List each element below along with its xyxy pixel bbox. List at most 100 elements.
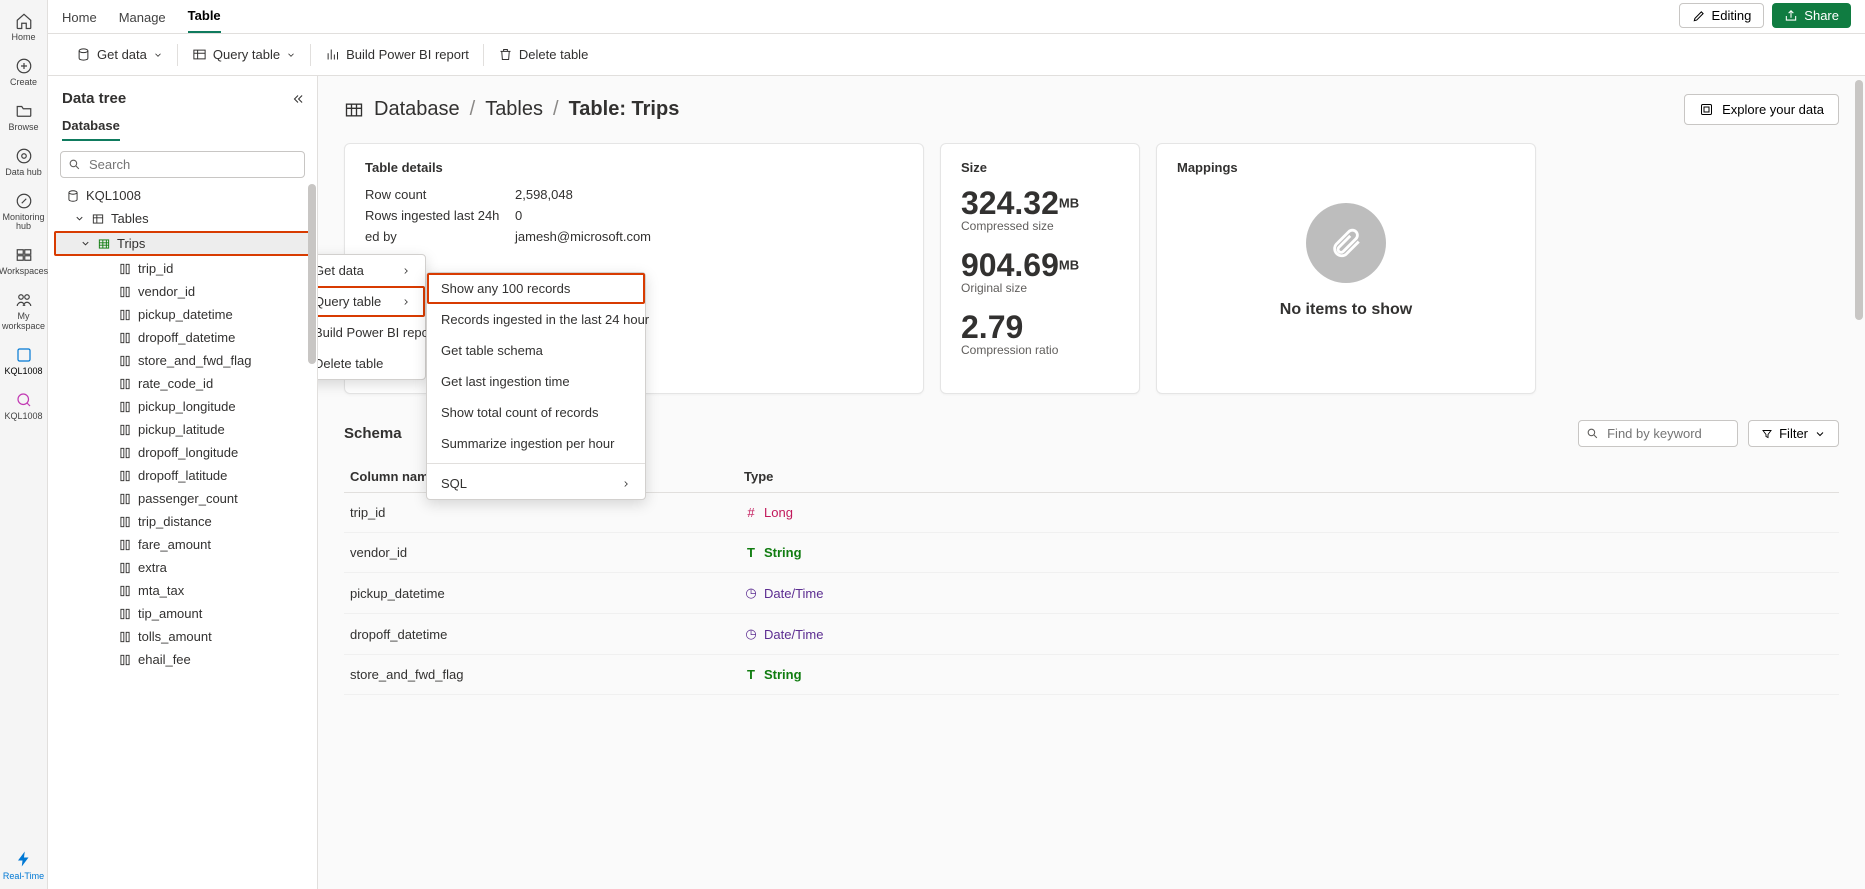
rail-kql1[interactable]: KQL1008 — [1, 340, 47, 385]
tree-column-label: tolls_amount — [138, 629, 212, 644]
rail-datahub[interactable]: Data hub — [1, 141, 47, 186]
tree-column-tip_amount[interactable]: tip_amount — [48, 602, 317, 625]
ribbon-get-data[interactable]: Get data — [62, 41, 177, 69]
column-icon — [118, 400, 132, 414]
tree-column-vendor_id[interactable]: vendor_id — [48, 280, 317, 303]
explore-label: Explore your data — [1722, 102, 1824, 117]
ribbon-query-table[interactable]: Query table — [178, 41, 310, 69]
explore-data-button[interactable]: Explore your data — [1684, 94, 1839, 125]
schema-tools: Filter — [1578, 420, 1839, 447]
tree-search-input[interactable] — [60, 151, 305, 178]
tree-scrollbar-thumb[interactable] — [308, 184, 316, 364]
ctx-records-24[interactable]: Records ingested in the last 24 hour — [427, 304, 645, 335]
explore-icon — [1699, 102, 1714, 117]
tree-column-dropoff_longitude[interactable]: dropoff_longitude — [48, 441, 317, 464]
tree-column-pickup_latitude[interactable]: pickup_latitude — [48, 418, 317, 441]
schema-row-store_and_fwd_flag[interactable]: store_and_fwd_flagTString — [344, 655, 1839, 695]
tree-tables-row[interactable]: Tables — [48, 207, 317, 230]
tree-column-trip_distance[interactable]: trip_distance — [48, 510, 317, 533]
tree-db-row[interactable]: KQL1008 — [48, 184, 317, 207]
ctx-query-table[interactable]: Query table — [318, 286, 425, 317]
ctx-records-24-label: Records ingested in the last 24 hour — [441, 312, 649, 327]
tree-list: KQL1008 Tables Trips trip_idvendor_idpic… — [48, 184, 317, 889]
schema-filter-button[interactable]: Filter — [1748, 420, 1839, 447]
rail-workspaces[interactable]: Workspaces — [1, 240, 47, 285]
ribbon-build-report[interactable]: Build Power BI report — [311, 41, 483, 69]
schema-col-name: store_and_fwd_flag — [344, 667, 744, 682]
tree-subtab-label[interactable]: Database — [62, 118, 120, 141]
table-icon — [344, 100, 364, 120]
ctx-last-ing-label: Get last ingestion time — [441, 374, 570, 389]
search-icon — [1586, 427, 1599, 440]
tree-column-dropoff_latitude[interactable]: dropoff_latitude — [48, 464, 317, 487]
breadcrumb-database[interactable]: Database — [374, 98, 460, 121]
ctx-get-schema[interactable]: Get table schema — [427, 335, 645, 366]
tab-table[interactable]: Table — [188, 8, 221, 33]
tree-scrollbar[interactable] — [307, 184, 317, 889]
tree-subtab: Database — [48, 113, 317, 141]
home-icon — [15, 12, 33, 30]
column-icon — [118, 446, 132, 460]
tree-column-label: mta_tax — [138, 583, 184, 598]
tree-column-dropoff_datetime[interactable]: dropoff_datetime — [48, 326, 317, 349]
schema-row-dropoff_datetime[interactable]: dropoff_datetime◷Date/Time — [344, 614, 1839, 655]
ctx-show-100[interactable]: Show any 100 records — [427, 273, 645, 304]
tab-manage[interactable]: Manage — [119, 10, 166, 33]
rail-monitoring[interactable]: Monitoring hub — [1, 186, 47, 241]
tree-column-pickup_datetime[interactable]: pickup_datetime — [48, 303, 317, 326]
tree-column-label: dropoff_longitude — [138, 445, 238, 460]
rail-kql2[interactable]: KQL1008 — [1, 385, 47, 430]
querytable-icon — [192, 47, 207, 62]
content-scrollbar-thumb[interactable] — [1855, 80, 1863, 320]
tree-column-store_and_fwd_flag[interactable]: store_and_fwd_flag — [48, 349, 317, 372]
tree-column-tolls_amount[interactable]: tolls_amount — [48, 625, 317, 648]
ctx-sql-label: SQL — [441, 476, 467, 491]
rail-home-label: Home — [11, 33, 35, 43]
breadcrumb-current: Table: Trips — [569, 98, 680, 121]
share-button[interactable]: Share — [1772, 3, 1851, 28]
paperclip-icon — [1329, 226, 1363, 260]
schema-find-input[interactable] — [1578, 420, 1738, 447]
column-icon — [118, 354, 132, 368]
type-label: Date/Time — [764, 586, 823, 601]
rail-realtime[interactable]: Real-Time — [1, 850, 47, 889]
rail-home[interactable]: Home — [1, 6, 47, 51]
tree-column-ehail_fee[interactable]: ehail_fee — [48, 648, 317, 671]
tree-column-pickup_longitude[interactable]: pickup_longitude — [48, 395, 317, 418]
rail-browse[interactable]: Browse — [1, 96, 47, 141]
editing-button[interactable]: Editing — [1679, 3, 1765, 28]
ctx-last-ingestion[interactable]: Get last ingestion time — [427, 366, 645, 397]
ctx-summarize[interactable]: Summarize ingestion per hour — [427, 428, 645, 459]
ctx-total-count[interactable]: Show total count of records — [427, 397, 645, 428]
rail-create[interactable]: Create — [1, 51, 47, 96]
schema-row-pickup_datetime[interactable]: pickup_datetime◷Date/Time — [344, 573, 1839, 614]
tree-column-rate_code_id[interactable]: rate_code_id — [48, 372, 317, 395]
tree-table-trips[interactable]: Trips — [54, 231, 311, 256]
ctx-get-data[interactable]: Get data — [318, 255, 425, 286]
tree-column-trip_id[interactable]: trip_id — [48, 257, 317, 280]
ribbon-delete-table[interactable]: Delete table — [484, 41, 602, 69]
collapse-panel-icon[interactable] — [291, 92, 305, 106]
ctx-delete-table[interactable]: Delete table — [318, 348, 425, 379]
tables-icon — [91, 212, 105, 226]
ctx-show-100-label: Show any 100 records — [441, 281, 570, 296]
left-nav-rail: Home Create Browse Data hub Monitoring h… — [0, 0, 48, 889]
tree-column-mta_tax[interactable]: mta_tax — [48, 579, 317, 602]
ribbon: Get data Query table Build Power BI repo… — [48, 34, 1865, 76]
tree-column-label: extra — [138, 560, 167, 575]
rail-myworkspace[interactable]: My workspace — [1, 285, 47, 340]
schema-col-name: vendor_id — [344, 545, 744, 560]
tree-column-extra[interactable]: extra — [48, 556, 317, 579]
column-icon — [118, 607, 132, 621]
schema-col-type: ◷Date/Time — [744, 626, 1839, 642]
ctx-sql[interactable]: SQL — [427, 468, 645, 499]
tab-home[interactable]: Home — [62, 10, 97, 33]
tree-column-fare_amount[interactable]: fare_amount — [48, 533, 317, 556]
rail-realtime-label: Real-Time — [3, 871, 44, 881]
tree-column-passenger_count[interactable]: passenger_count — [48, 487, 317, 510]
breadcrumb-tables[interactable]: Tables — [485, 98, 543, 121]
ctx-build-report[interactable]: Build Power BI report — [318, 317, 425, 348]
column-icon — [118, 377, 132, 391]
schema-row-vendor_id[interactable]: vendor_idTString — [344, 533, 1839, 573]
content-scrollbar[interactable] — [1853, 76, 1863, 889]
